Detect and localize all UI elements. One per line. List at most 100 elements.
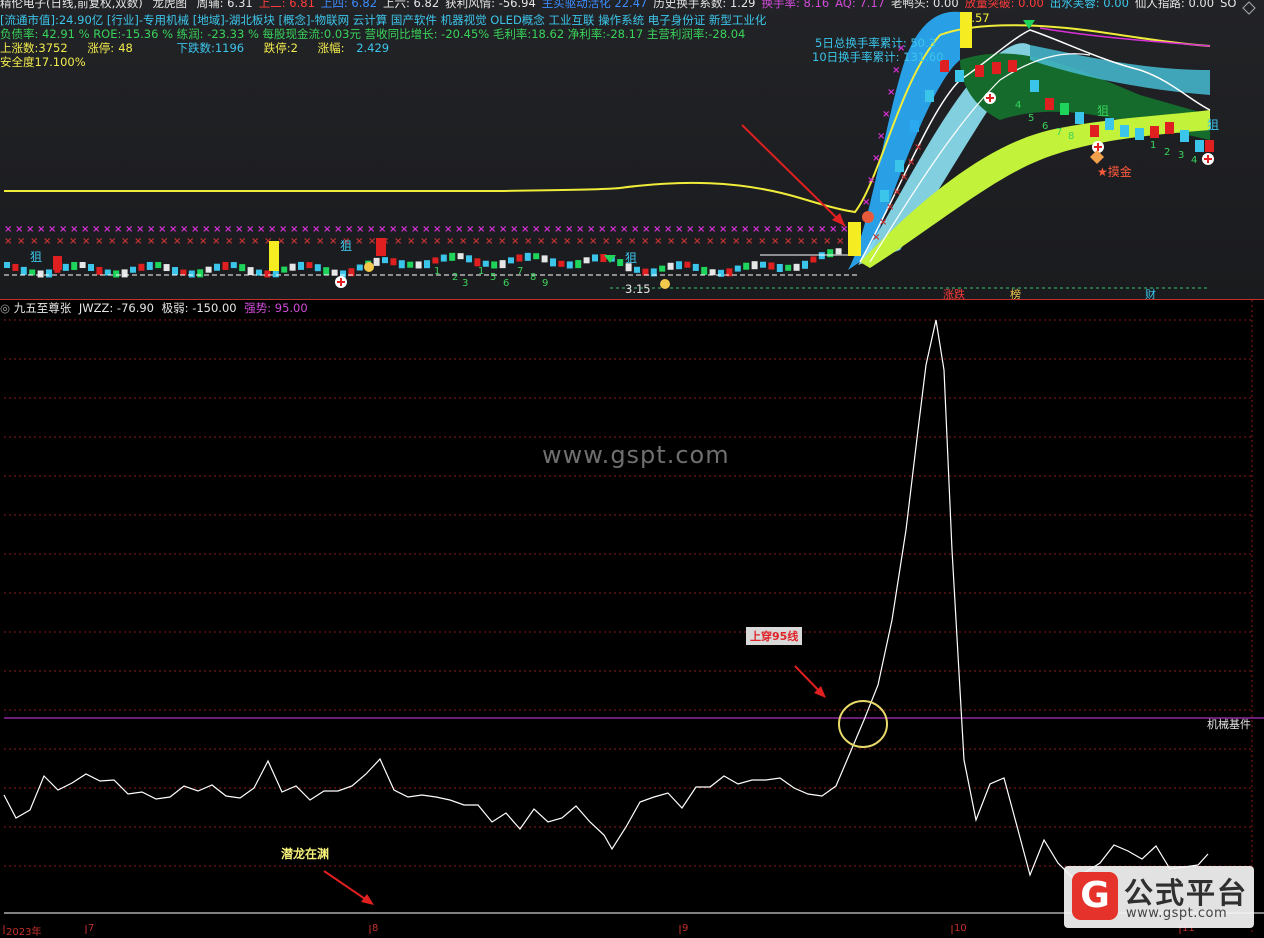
candle xyxy=(37,270,44,278)
crossover-circle xyxy=(838,700,888,748)
gold-coin-icon xyxy=(364,262,374,272)
count-label: 4 xyxy=(1015,100,1022,111)
x-marker: × xyxy=(158,224,166,235)
candle xyxy=(566,261,573,269)
candle xyxy=(955,70,964,82)
x-marker: × xyxy=(389,224,397,235)
x-marker: × xyxy=(235,224,243,235)
candle xyxy=(62,263,69,271)
bottom-tag-cai[interactable]: 财 xyxy=(1145,286,1156,299)
price-chart-pane[interactable]: × × × × × × × × × × × × × × × × × × × × × × × × × × × × × × × × × × × × × × × ×… xyxy=(0,0,1264,299)
x-marker: × xyxy=(17,236,25,247)
candle xyxy=(440,254,447,262)
x-marker: × xyxy=(686,224,694,235)
site-logo[interactable]: G 公式平台 www.gspt.com xyxy=(1064,866,1254,928)
candle xyxy=(230,262,237,269)
x-marker: × xyxy=(867,175,875,186)
header-field: 仙人指路: 0.00 xyxy=(1134,0,1215,10)
stock-name[interactable]: 精伦电子(日线,前复权,双数) xyxy=(0,0,143,10)
bottom-tag-zhangdie[interactable]: 涨跌 xyxy=(943,286,965,299)
candle xyxy=(835,248,842,255)
candle xyxy=(617,259,624,267)
x-marker: × xyxy=(697,224,705,235)
candle xyxy=(592,254,598,262)
limit-up-label: 涨停: 48 xyxy=(87,41,133,55)
x-marker: × xyxy=(290,224,298,235)
candle xyxy=(407,261,414,268)
x-marker: × xyxy=(213,224,221,235)
x-marker: × xyxy=(907,157,915,168)
x-marker: × xyxy=(224,224,232,235)
candle xyxy=(667,262,674,270)
red-coin-icon xyxy=(862,211,874,223)
header-field: 老鸭头: 0.00 xyxy=(891,0,959,10)
x-marker: × xyxy=(191,224,199,235)
header-field: 上六: 6.82 xyxy=(383,0,440,10)
header-field: SO xyxy=(1220,0,1237,10)
x-marker: × xyxy=(225,236,233,247)
x-marker: × xyxy=(238,236,246,247)
count-label: 1 xyxy=(1150,140,1157,151)
candle xyxy=(718,269,724,277)
count-label: 5 xyxy=(1028,113,1035,124)
gold-coin-icon xyxy=(660,279,670,289)
x-marker: × xyxy=(771,236,779,247)
x-marker: × xyxy=(745,236,753,247)
x-marker: × xyxy=(900,172,908,183)
x-marker: × xyxy=(675,224,683,235)
header-field: 周辅: 6.31 xyxy=(196,0,253,10)
plus-circle-icon xyxy=(335,276,347,288)
x-marker: × xyxy=(422,224,430,235)
x-marker: × xyxy=(368,236,376,247)
bottom-tag-bang[interactable]: 榜 xyxy=(1010,286,1021,299)
marker-ju: 狙 xyxy=(340,239,353,253)
candle xyxy=(1075,112,1084,124)
settings-diamond-icon xyxy=(1242,1,1256,15)
header-fields: 周辅: 6.31 上二: 6.81 上四: 6.82 上六: 6.82 获利风情: -5… xyxy=(191,0,1237,10)
x-marker: × xyxy=(510,224,518,235)
settings-circle-icon[interactable]: ◎ xyxy=(0,301,10,315)
candle xyxy=(239,264,246,272)
turnover-5d: 5日总换手率累计: 50.3 xyxy=(815,36,936,50)
x-marker: × xyxy=(30,236,38,247)
logo-g-icon: G xyxy=(1072,872,1118,920)
x-marker: × xyxy=(433,236,441,247)
x-marker: × xyxy=(543,224,551,235)
x-marker: × xyxy=(323,224,331,235)
x-axis-label: 10 xyxy=(954,923,967,934)
candle xyxy=(802,260,808,269)
indicator-pane[interactable]: ◎ 九五至尊张 JWZZ: -76.90 极弱: -150.00 强势: 95.… xyxy=(0,300,1264,938)
candle xyxy=(1008,60,1017,72)
change-pct-label: 涨幅: xyxy=(317,41,345,55)
yellow-volume-bar xyxy=(848,222,861,256)
candle xyxy=(910,120,919,132)
x-marker: × xyxy=(719,224,727,235)
candle xyxy=(197,269,204,278)
candle xyxy=(659,265,666,272)
indicator-title[interactable]: 九五至尊张 xyxy=(14,301,72,315)
candle xyxy=(138,263,145,271)
x-marker: × xyxy=(459,236,467,247)
candle xyxy=(222,261,229,270)
indicator-name[interactable]: 龙虎图 xyxy=(152,0,187,10)
candle xyxy=(508,257,514,264)
x-marker: × xyxy=(654,236,662,247)
candle xyxy=(130,266,136,273)
candle xyxy=(96,266,103,275)
candle xyxy=(382,257,388,264)
x-marker: × xyxy=(836,236,844,247)
x-marker: × xyxy=(477,224,485,235)
candle xyxy=(575,260,582,269)
x-marker: × xyxy=(887,87,895,98)
x-marker: × xyxy=(641,236,649,247)
x-marker: × xyxy=(186,236,194,247)
yellow-volume-bar xyxy=(269,241,279,271)
weak-label: 极弱: xyxy=(161,301,189,315)
candle xyxy=(975,65,984,77)
candle xyxy=(558,260,565,267)
x-marker: × xyxy=(576,236,584,247)
count-label: 9 xyxy=(542,278,549,289)
candle xyxy=(373,257,380,266)
indicator-canvas[interactable] xyxy=(0,300,1264,934)
x-marker: × xyxy=(125,224,133,235)
